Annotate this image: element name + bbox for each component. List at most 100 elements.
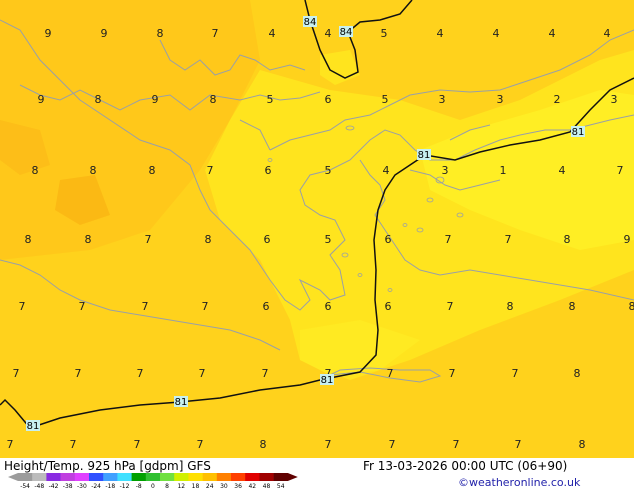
contour-label-text: 81: [175, 397, 188, 408]
scale-swatch: [131, 473, 147, 481]
grid-value: 7: [7, 438, 14, 451]
contour-label-text: 81: [321, 375, 334, 386]
grid-value: 3: [611, 93, 618, 106]
contour-label-text: 81: [572, 127, 585, 138]
grid-value: 7: [447, 300, 454, 313]
grid-value: 5: [325, 164, 332, 177]
grid-value: 7: [515, 438, 522, 451]
grid-value: 7: [134, 438, 141, 451]
scale-swatch: [18, 473, 33, 481]
grid-value: 8: [507, 300, 514, 313]
grid-value: 7: [617, 164, 624, 177]
grid-value: 4: [493, 27, 500, 40]
scale-tick-label: -30: [77, 483, 87, 490]
grid-value: 8: [149, 164, 156, 177]
contour-label: 81: [417, 149, 431, 161]
grid-value: 2: [554, 93, 561, 106]
scale-tick-label: 54: [277, 483, 285, 490]
grid-value: 7: [207, 164, 214, 177]
grid-value: 7: [262, 367, 269, 380]
scale-swatch: [259, 473, 274, 481]
scale-tick-label: -8: [136, 483, 142, 490]
scale-tick-label: 12: [177, 483, 185, 490]
weather-map: 9987445444498985653323888765431478878656…: [0, 0, 634, 490]
grid-value: 7: [445, 233, 452, 246]
grid-value: 7: [325, 438, 332, 451]
scale-tick-label: -42: [49, 483, 59, 490]
grid-value: 5: [381, 27, 388, 40]
grid-value: 3: [439, 93, 446, 106]
scale-swatch: [145, 473, 161, 481]
scale-tick-label: 36: [234, 483, 242, 490]
scale-swatch: [160, 473, 175, 481]
grid-value: 8: [629, 300, 634, 313]
scale-tick-label: -54: [20, 483, 30, 490]
scale-tick-label: 24: [206, 483, 214, 490]
map-datetime: Fr 13-03-2026 00:00 UTC (06+90): [363, 459, 567, 473]
scale-swatch: [117, 473, 132, 481]
scale-tick-label: 18: [192, 483, 200, 490]
contour-label: 84: [339, 26, 353, 38]
grid-value: 8: [90, 164, 97, 177]
grid-value: 7: [75, 367, 82, 380]
scale-tick-label: -38: [63, 483, 73, 490]
scale-swatch: [60, 473, 76, 481]
grid-value: 7: [13, 367, 20, 380]
grid-value: 9: [624, 233, 631, 246]
grid-value: 7: [387, 367, 394, 380]
scale-tick-label: -48: [34, 483, 44, 490]
grid-value: 7: [199, 367, 206, 380]
scale-swatch: [245, 473, 260, 481]
grid-value: 8: [95, 93, 102, 106]
scale-tick-label: -12: [120, 483, 130, 490]
grid-value: 8: [569, 300, 576, 313]
grid-value: 6: [325, 300, 332, 313]
contour-label-text: 81: [418, 150, 431, 161]
grid-value: 8: [85, 233, 92, 246]
scale-swatch: [46, 473, 61, 481]
grid-value: 3: [497, 93, 504, 106]
grid-value: 8: [564, 233, 571, 246]
grid-value: 4: [549, 27, 556, 40]
scale-tick-label: 30: [220, 483, 228, 490]
grid-value: 5: [325, 233, 332, 246]
contour-label: 81: [174, 396, 188, 408]
grid-value: 3: [442, 164, 449, 177]
grid-value: 8: [579, 438, 586, 451]
grid-value: 6: [325, 93, 332, 106]
grid-value: 7: [202, 300, 209, 313]
grid-value: 7: [197, 438, 204, 451]
grid-value: 8: [205, 233, 212, 246]
contour-label: 81: [320, 374, 334, 386]
grid-value: 8: [210, 93, 217, 106]
credit-link[interactable]: ©weatheronline.co.uk: [458, 476, 581, 489]
contour-label: 84: [303, 16, 317, 28]
scale-swatch: [32, 473, 47, 481]
grid-value: 6: [265, 164, 272, 177]
grid-value: 4: [604, 27, 611, 40]
grid-value: 7: [505, 233, 512, 246]
contour-label-text: 84: [304, 17, 317, 28]
scale-tick-label: -18: [105, 483, 115, 490]
grid-value: 1: [500, 164, 507, 177]
grid-value: 7: [389, 438, 396, 451]
scale-swatch: [89, 473, 104, 481]
grid-value: 5: [382, 93, 389, 106]
grid-value: 9: [45, 27, 52, 40]
grid-value: 4: [325, 27, 332, 40]
contour-label: 81: [26, 420, 40, 432]
grid-value: 7: [142, 300, 149, 313]
grid-value: 6: [385, 300, 392, 313]
grid-value: 7: [79, 300, 86, 313]
contour-label-text: 84: [340, 27, 353, 38]
grid-value: 7: [145, 233, 152, 246]
grid-value: 7: [70, 438, 77, 451]
grid-value: 9: [38, 93, 45, 106]
grid-value: 7: [19, 300, 26, 313]
map-title: Height/Temp. 925 hPa [gdpm] GFS: [4, 459, 211, 473]
grid-value: 9: [101, 27, 108, 40]
scale-tick-label: 0: [151, 483, 155, 490]
grid-value: 8: [260, 438, 267, 451]
contour-label-text: 81: [27, 421, 40, 432]
grid-value: 4: [559, 164, 566, 177]
